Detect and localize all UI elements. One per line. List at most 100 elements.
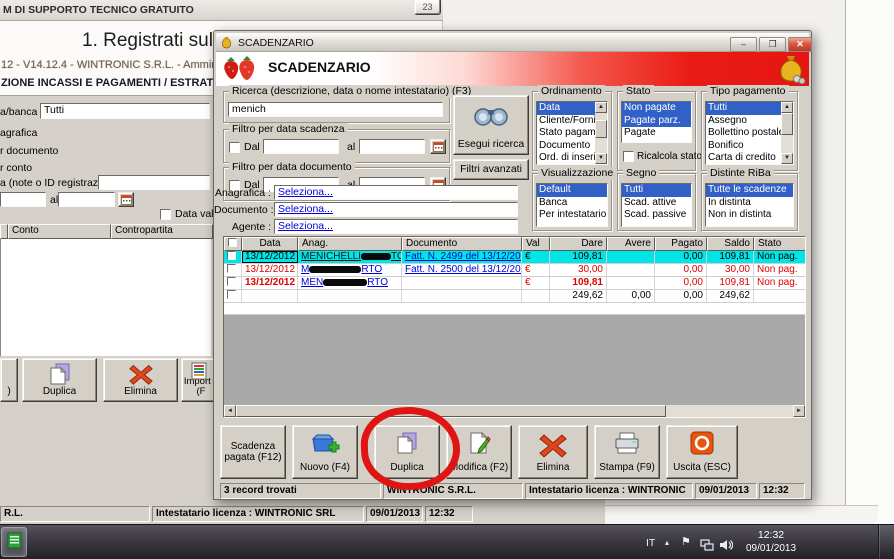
bg-elimina-button[interactable]: Elimina: [103, 358, 178, 402]
segno-listbox[interactable]: Tutti Scad. attive Scad. passive: [621, 183, 692, 227]
bg-calendar-button[interactable]: [118, 192, 134, 207]
row-checkbox-cell[interactable]: [224, 277, 242, 289]
list-item[interactable]: Tutti: [706, 102, 793, 115]
ricalcola-stato-checkbox[interactable]: [623, 151, 634, 162]
col-saldo[interactable]: Saldo: [707, 237, 754, 251]
language-indicator[interactable]: IT: [646, 537, 655, 549]
distinte-riba-listbox[interactable]: Tutte le scadenze In distinta Non in dis…: [705, 183, 794, 227]
col-stato[interactable]: Stato: [754, 237, 805, 251]
col-avere[interactable]: Avere: [607, 237, 655, 251]
row-checkbox[interactable]: [227, 251, 236, 260]
scadenza-to-field[interactable]: [359, 139, 425, 154]
col-val[interactable]: Val: [522, 237, 550, 251]
list-item[interactable]: Pagate: [622, 127, 691, 140]
anagrafica-seleziona-link[interactable]: Seleziona...: [278, 186, 333, 198]
network-icon[interactable]: [700, 538, 714, 556]
col-documento[interactable]: Documento: [402, 237, 522, 251]
row-checkbox[interactable]: [227, 264, 236, 273]
scrollbar[interactable]: ▲ ▼: [781, 102, 793, 164]
list-item[interactable]: Tutte le scadenze: [706, 184, 793, 197]
tray-expand-icon[interactable]: ▴: [665, 538, 669, 547]
anag-link[interactable]: RTO: [367, 277, 388, 288]
nuovo-button[interactable]: Nuovo (F4): [292, 425, 358, 479]
anag-link[interactable]: TO: [391, 251, 401, 262]
esegui-ricerca-button[interactable]: Esegui ricerca: [453, 95, 529, 155]
scrollbar[interactable]: ▲ ▼: [595, 102, 607, 164]
cell-documento[interactable]: [402, 277, 522, 289]
list-item[interactable]: Assegno: [706, 115, 793, 128]
background-window-titlebar[interactable]: M DI SUPPORTO TECNICO GRATUITO: [0, 0, 443, 21]
cell-anag[interactable]: MENICHELLI TO: [298, 251, 402, 263]
list-item[interactable]: Bollettino postale: [706, 127, 793, 140]
anag-link[interactable]: MENICHELLI: [301, 251, 361, 262]
documento-seleziona-link[interactable]: Seleziona...: [278, 203, 333, 215]
row-checkbox-cell[interactable]: [224, 264, 242, 276]
cell-anag[interactable]: MEN RTO: [298, 277, 402, 289]
duplica-button[interactable]: Duplica: [374, 425, 440, 479]
table-row[interactable]: 13/12/2012 M RTO Fatt. N. 2500 del 13/12/…: [224, 264, 805, 277]
anag-link[interactable]: RTO: [361, 264, 382, 275]
list-item[interactable]: Carta di credito: [706, 152, 793, 164]
list-item[interactable]: Scad. passive: [622, 209, 691, 222]
list-item[interactable]: Banca: [537, 197, 607, 210]
bg-date-from-field[interactable]: [0, 192, 46, 207]
agente-seleziona-link[interactable]: Seleziona...: [278, 220, 333, 232]
cell-documento[interactable]: Fatt. N. 2499 del 13/12/2012: [402, 251, 522, 263]
select-all-cell[interactable]: [224, 237, 242, 251]
scroll-down-icon[interactable]: ▼: [595, 153, 607, 164]
list-item[interactable]: Scad. attive: [622, 197, 691, 210]
table-row[interactable]: 13/12/2012 MENICHELLI TO Fatt. N. 2499 de…: [224, 251, 805, 264]
maximize-button[interactable]: ❐: [759, 37, 786, 52]
action-center-flag-icon[interactable]: ⚑: [681, 535, 691, 548]
scroll-left-icon[interactable]: ◄: [224, 405, 236, 417]
note-field[interactable]: [98, 175, 210, 190]
list-item[interactable]: Non in distinta: [706, 209, 793, 222]
scroll-down-icon[interactable]: ▼: [781, 153, 793, 164]
bg-col-conto[interactable]: Conto: [8, 224, 111, 239]
cell-anag[interactable]: M RTO: [298, 264, 402, 276]
show-desktop-button[interactable]: [878, 525, 894, 559]
bg-duplica-button[interactable]: Duplica: [22, 358, 97, 402]
filtri-avanzati-button[interactable]: Filtri avanzati: [453, 159, 529, 180]
scadenza-dal-checkbox[interactable]: [229, 142, 240, 153]
documento-link[interactable]: Fatt. N. 2500 del 13/12/2012: [405, 264, 521, 275]
dialog-titlebar[interactable]: SCADENZARIO – ❐ ✕: [216, 33, 812, 52]
background-close-button[interactable]: 23: [414, 0, 441, 15]
scroll-thumb[interactable]: [236, 405, 666, 417]
table-hscrollbar[interactable]: ◄ ►: [224, 405, 805, 417]
elimina-button[interactable]: Elimina: [518, 425, 588, 479]
agente-field[interactable]: Seleziona...: [274, 219, 518, 234]
list-item[interactable]: In distinta: [706, 197, 793, 210]
table-row[interactable]: 13/12/2012 MEN RTO € 109,81 0,00 109,81 N…: [224, 277, 805, 290]
anagrafica-field[interactable]: Seleziona...: [274, 185, 518, 200]
list-item[interactable]: Tutti: [622, 184, 691, 197]
clock[interactable]: 12:32 09/01/2013: [737, 528, 805, 555]
ordinamento-listbox[interactable]: Data Cliente/Fornitore Stato pagamento D…: [536, 101, 608, 165]
list-item[interactable]: Bonifico: [706, 140, 793, 153]
bg-partial-button[interactable]: ): [0, 358, 18, 402]
select-all-checkbox[interactable]: [228, 238, 237, 247]
cell-documento[interactable]: Fatt. N. 2500 del 13/12/2012: [402, 264, 522, 276]
stato-listbox[interactable]: Non pagate Pagate parz. Pagate: [621, 101, 692, 143]
documento-field[interactable]: Seleziona...: [274, 202, 518, 217]
anag-link[interactable]: M: [301, 264, 309, 275]
close-button[interactable]: ✕: [788, 37, 812, 52]
minimize-button[interactable]: –: [730, 37, 757, 52]
uscita-button[interactable]: Uscita (ESC): [666, 425, 738, 479]
modifica-button[interactable]: Modifica (F2): [446, 425, 512, 479]
scroll-thumb[interactable]: [595, 120, 607, 138]
col-pagato[interactable]: Pagato: [655, 237, 707, 251]
data-valuta-checkbox[interactable]: [160, 209, 171, 220]
col-anag[interactable]: Anag.: [298, 237, 402, 251]
taskbar-app-button[interactable]: [1, 527, 27, 557]
cassa-banca-field[interactable]: Tutti: [40, 103, 210, 119]
row-checkbox[interactable]: [227, 277, 236, 286]
anag-link[interactable]: MEN: [301, 277, 323, 288]
search-input[interactable]: menich: [228, 102, 443, 117]
list-item[interactable]: Pagate parz.: [622, 114, 691, 127]
scadenza-from-field[interactable]: [263, 139, 339, 154]
list-item[interactable]: Non pagate: [622, 102, 691, 115]
visualizzazione-listbox[interactable]: Default Banca Per intestatario: [536, 183, 608, 227]
row-checkbox-cell[interactable]: [224, 251, 242, 263]
tipo-pagamento-listbox[interactable]: Tutti Assegno Bollettino postale Bonific…: [705, 101, 794, 165]
